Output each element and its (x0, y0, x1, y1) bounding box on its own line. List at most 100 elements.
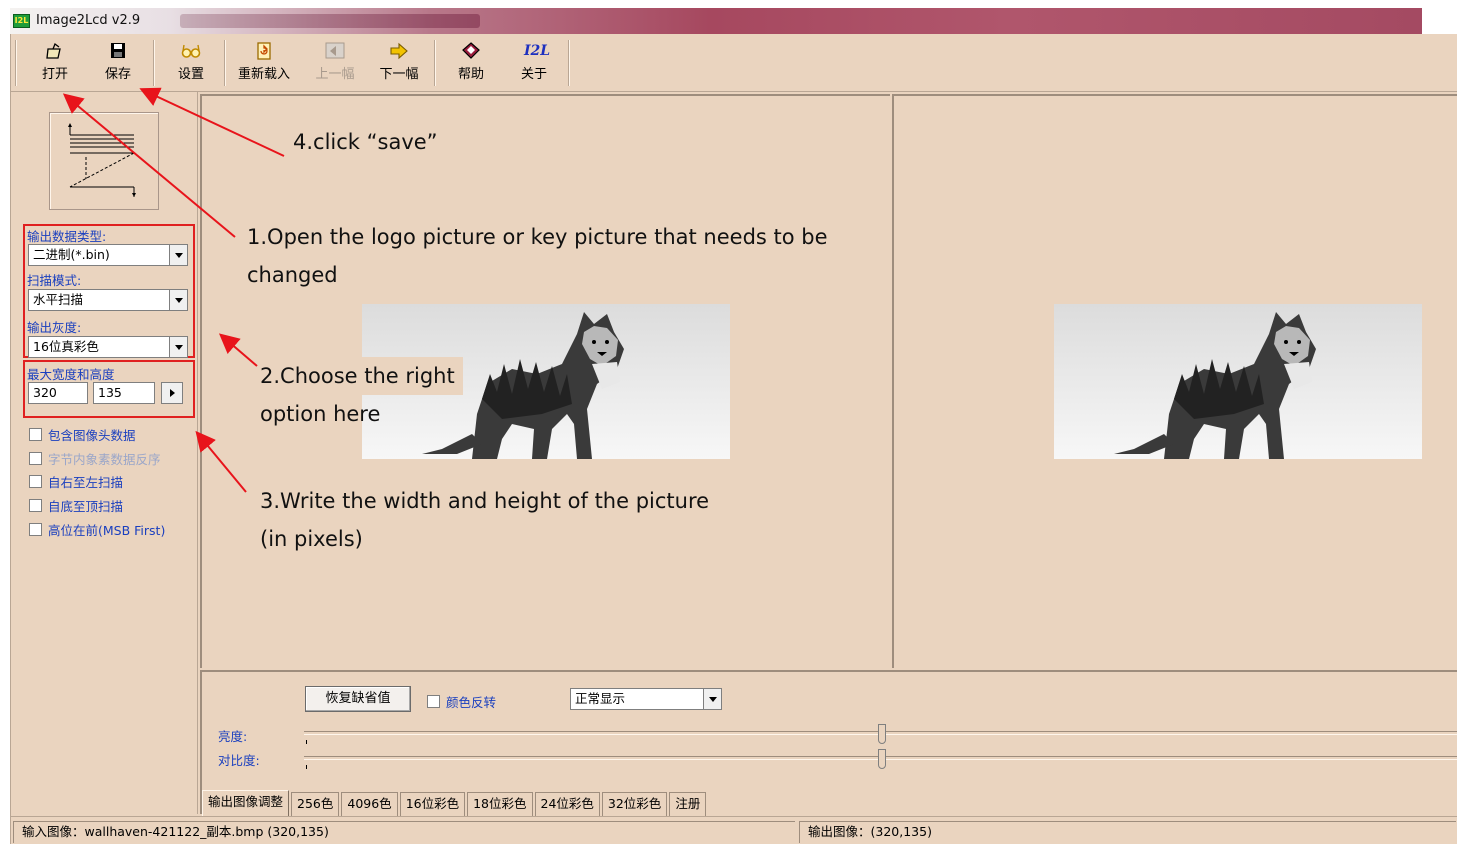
tab-16bit-color[interactable]: 16位彩色 (399, 792, 466, 816)
output-gray-label: 输出灰度: (27, 320, 82, 335)
annotation-step3-line2: (in pixels) (260, 527, 363, 551)
help-book-icon (461, 42, 481, 60)
toolbar-separator (15, 40, 17, 86)
previous-image-label: 上一幅 (315, 67, 355, 82)
chevron-down-icon[interactable] (169, 245, 187, 265)
msb-first-label: 高位在前(MSB First) (48, 523, 166, 538)
app-logo-icon: I2L (13, 14, 30, 28)
annotation-step4: 4.click “save” (293, 130, 438, 154)
contrast-tick (306, 765, 307, 769)
brightness-tick (306, 740, 307, 744)
checkbox-box[interactable] (427, 695, 440, 708)
output-type-select[interactable]: 二进制(*.bin) (28, 244, 188, 266)
reload-label: 重新载入 (237, 67, 290, 82)
options-panel: 输出数据类型: 二进制(*.bin) 扫描模式: 水平扫描 输出灰度: 16位真… (11, 92, 198, 814)
settings-label: 设置 (177, 67, 204, 82)
reverse-byte-pixels-checkbox[interactable]: 字节内象素数据反序 (29, 449, 161, 468)
invert-color-label: 颜色反转 (446, 695, 497, 710)
brightness-label: 亮度: (218, 729, 248, 744)
msb-first-checkbox[interactable]: 高位在前(MSB First) (29, 520, 165, 539)
contrast-label: 对比度: (218, 753, 260, 768)
tab-register[interactable]: 注册 (669, 792, 707, 816)
max-width-input[interactable]: 320 (28, 382, 88, 404)
scan-mode-preview (49, 112, 159, 210)
title-bar[interactable]: I2L Image2Lcd v2.9 (10, 8, 1422, 34)
help-label: 帮助 (457, 67, 484, 82)
toolbar-separator (224, 40, 226, 86)
scan-mode-select[interactable]: 水平扫描 (28, 289, 188, 311)
checkbox-box[interactable] (29, 475, 42, 488)
include-header-label: 包含图像头数据 (48, 428, 136, 443)
right-to-left-checkbox[interactable]: 自右至左扫描 (29, 472, 123, 491)
tab-4096-colors[interactable]: 4096色 (341, 792, 398, 816)
reload-document-icon (254, 42, 274, 60)
about-label: 关于 (520, 67, 547, 82)
save-label: 保存 (104, 67, 131, 82)
brightness-slider-thumb[interactable] (878, 724, 886, 744)
reload-button[interactable]: 重新载入 (229, 42, 299, 86)
display-mode-value: 正常显示 (575, 691, 626, 706)
output-gray-select[interactable]: 16位真彩色 (28, 336, 188, 358)
open-folder-icon (45, 42, 65, 60)
tab-18bit-color[interactable]: 18位彩色 (467, 792, 533, 816)
max-height-input[interactable]: 135 (93, 382, 155, 404)
open-label: 打开 (41, 67, 68, 82)
color-tabs: 输出图像调整 256色 4096色 16位彩色 18位彩色 24位彩色 32位彩… (202, 790, 708, 816)
output-gray-value: 16位真彩色 (33, 339, 99, 354)
display-mode-select[interactable]: 正常显示 (570, 688, 722, 710)
chevron-down-icon[interactable] (169, 337, 187, 357)
previous-image-icon (325, 42, 345, 60)
output-image-canvas[interactable] (892, 94, 1457, 668)
tab-32bit-color[interactable]: 32位彩色 (601, 792, 668, 816)
toolbar-separator (434, 40, 436, 86)
settings-button[interactable]: 设置 (163, 42, 219, 86)
app-window: 打开 保存 设置 重新载入 上一幅 下一幅 帮助 I2L 关于 输出数据类型: … (10, 34, 1457, 844)
input-image-status: 输入图像：wallhaven-421122_副本.bmp (320,135) (13, 821, 795, 843)
include-header-checkbox[interactable]: 包含图像头数据 (29, 425, 136, 444)
open-button[interactable]: 打开 (27, 42, 83, 86)
i2l-logo-icon: I2L (524, 43, 551, 59)
adjustment-panel: 恢复缺省值 颜色反转 正常显示 亮度: 对比度: 输出图像调整 256色 409… (200, 670, 1457, 816)
bottom-to-top-label: 自底至顶扫描 (48, 499, 124, 514)
right-to-left-label: 自右至左扫描 (48, 475, 124, 490)
scan-mode-value: 水平扫描 (33, 292, 84, 307)
next-image-button[interactable]: 下一幅 (371, 42, 427, 86)
apply-size-button[interactable] (161, 382, 183, 404)
invert-color-checkbox[interactable]: 颜色反转 (427, 692, 496, 711)
toolbar: 打开 保存 设置 重新载入 上一幅 下一幅 帮助 I2L 关于 (11, 34, 1457, 92)
chevron-down-icon[interactable] (703, 689, 721, 709)
checkbox-box[interactable] (29, 499, 42, 512)
fox-image (1114, 312, 1316, 459)
annotation-step2-line2: option here (260, 402, 381, 426)
restore-defaults-button[interactable]: 恢复缺省值 (305, 686, 411, 712)
scan-mode-label: 扫描模式: (27, 273, 82, 288)
checkbox-box[interactable] (29, 523, 42, 536)
tab-256-colors[interactable]: 256色 (291, 792, 340, 816)
next-arrow-icon (389, 42, 409, 60)
tab-24bit-color[interactable]: 24位彩色 (534, 792, 600, 816)
annotation-step3-line1: 3.Write the width and height of the pict… (260, 489, 710, 513)
tab-output-adjust[interactable]: 输出图像调整 (202, 790, 290, 816)
max-size-label: 最大宽度和高度 (27, 367, 115, 382)
output-type-label: 输出数据类型: (27, 229, 107, 244)
glasses-icon (181, 42, 201, 60)
checkbox-box[interactable] (29, 428, 42, 441)
about-button[interactable]: I2L 关于 (506, 42, 562, 86)
next-image-label: 下一幅 (379, 67, 419, 82)
window-title: Image2Lcd v2.9 (36, 13, 141, 28)
bottom-to-top-checkbox[interactable]: 自底至顶扫描 (29, 496, 123, 515)
checkbox-box[interactable] (29, 452, 42, 465)
toolbar-separator (153, 40, 155, 86)
help-button[interactable]: 帮助 (443, 42, 499, 86)
scan-direction-diagram-icon (68, 123, 136, 197)
reverse-byte-pixels-label: 字节内象素数据反序 (48, 452, 161, 467)
output-image-status: 输出图像：(320,135) (799, 821, 1456, 843)
save-button[interactable]: 保存 (90, 42, 146, 86)
annotation-step1-line2: changed (247, 263, 338, 287)
chevron-down-icon[interactable] (169, 290, 187, 310)
status-bar: 输入图像：wallhaven-421122_副本.bmp (320,135) 输… (11, 816, 1457, 844)
contrast-slider-thumb[interactable] (878, 749, 886, 769)
previous-image-button[interactable]: 上一幅 (307, 42, 363, 86)
toolbar-separator (568, 40, 570, 86)
floppy-disk-icon (108, 42, 128, 60)
